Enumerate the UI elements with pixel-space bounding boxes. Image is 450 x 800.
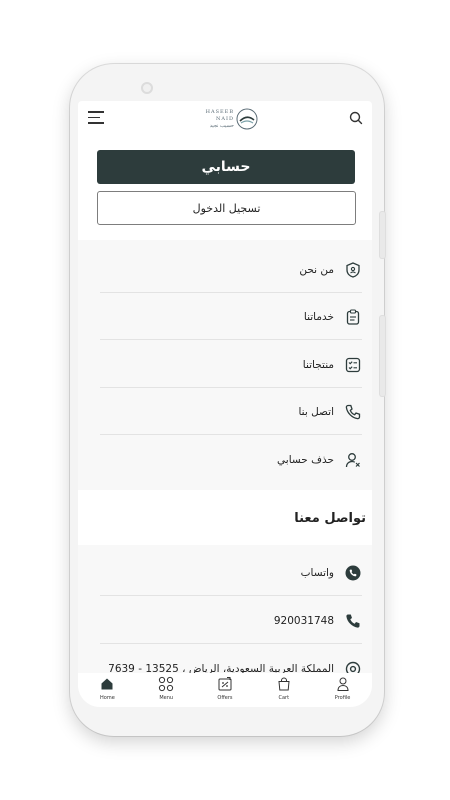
- nav-label: Home: [100, 695, 115, 701]
- menu-item-label: اتصل بنا: [298, 405, 334, 418]
- contact-section-title: تواصل معنا: [294, 511, 366, 526]
- whatsapp-icon: [344, 564, 362, 582]
- nav-cart[interactable]: Cart: [264, 676, 304, 701]
- phone-icon: [344, 403, 362, 421]
- grid-icon: [158, 676, 174, 692]
- hamburger-menu-icon[interactable]: [88, 111, 104, 125]
- contact-item-whatsapp[interactable]: واتساب: [100, 549, 362, 596]
- shield-user-icon: [344, 261, 362, 279]
- app-screen: HASEEB NAID حسيب نجيد حسابي تسجيل الدخول…: [78, 101, 372, 707]
- phone-side-button: [380, 212, 385, 258]
- menu-item-products[interactable]: منتجاتنا: [100, 341, 362, 388]
- contact-item-label: 920031748: [273, 614, 334, 627]
- menu-item-label: منتجاتنا: [302, 358, 334, 371]
- menu-item-label: من نحن: [299, 263, 334, 276]
- contact-item-phone[interactable]: 920031748: [100, 597, 362, 644]
- bottom-navigation: Home Menu Offers Cart Profile: [78, 673, 372, 707]
- search-icon[interactable]: [348, 110, 364, 126]
- menu-item-label: حذف حسابي: [277, 453, 334, 466]
- nav-home[interactable]: Home: [87, 676, 127, 701]
- login-button[interactable]: تسجيل الدخول: [97, 191, 356, 225]
- nav-menu[interactable]: Menu: [146, 676, 186, 701]
- logo-text-en: HASEEB NAID: [205, 108, 234, 122]
- user-remove-icon: [344, 451, 362, 469]
- checklist-icon: [344, 356, 362, 374]
- home-icon: [99, 676, 115, 692]
- phone-volume-button: [380, 316, 385, 396]
- clipboard-icon: [344, 308, 362, 326]
- app-header: HASEEB NAID حسيب نجيد: [78, 101, 372, 137]
- menu-item-delete-account[interactable]: حذف حسابي: [100, 436, 362, 483]
- nav-label: Profile: [334, 695, 351, 701]
- nav-offers[interactable]: Offers: [205, 676, 245, 701]
- menu-item-label: خدماتنا: [303, 310, 334, 323]
- my-account-button[interactable]: حسابي: [97, 150, 355, 184]
- nav-label: Cart: [278, 695, 290, 701]
- logo-emblem-icon: [236, 108, 258, 130]
- offers-icon: [217, 676, 233, 692]
- profile-icon: [335, 676, 351, 692]
- menu-item-about[interactable]: من نحن: [100, 246, 362, 293]
- nav-label: Menu: [159, 695, 174, 701]
- nav-label: Offers: [217, 695, 233, 701]
- contact-item-label: واتساب: [300, 566, 334, 579]
- bag-icon: [276, 676, 292, 692]
- brand-logo: HASEEB NAID حسيب نجيد: [194, 106, 260, 132]
- phone-icon: [344, 612, 362, 630]
- logo-text-ar: حسيب نجيد: [209, 122, 234, 129]
- front-camera: [141, 82, 153, 94]
- menu-item-contact-us[interactable]: اتصل بنا: [100, 388, 362, 435]
- nav-profile[interactable]: Profile: [323, 676, 363, 701]
- menu-item-services[interactable]: خدماتنا: [100, 293, 362, 340]
